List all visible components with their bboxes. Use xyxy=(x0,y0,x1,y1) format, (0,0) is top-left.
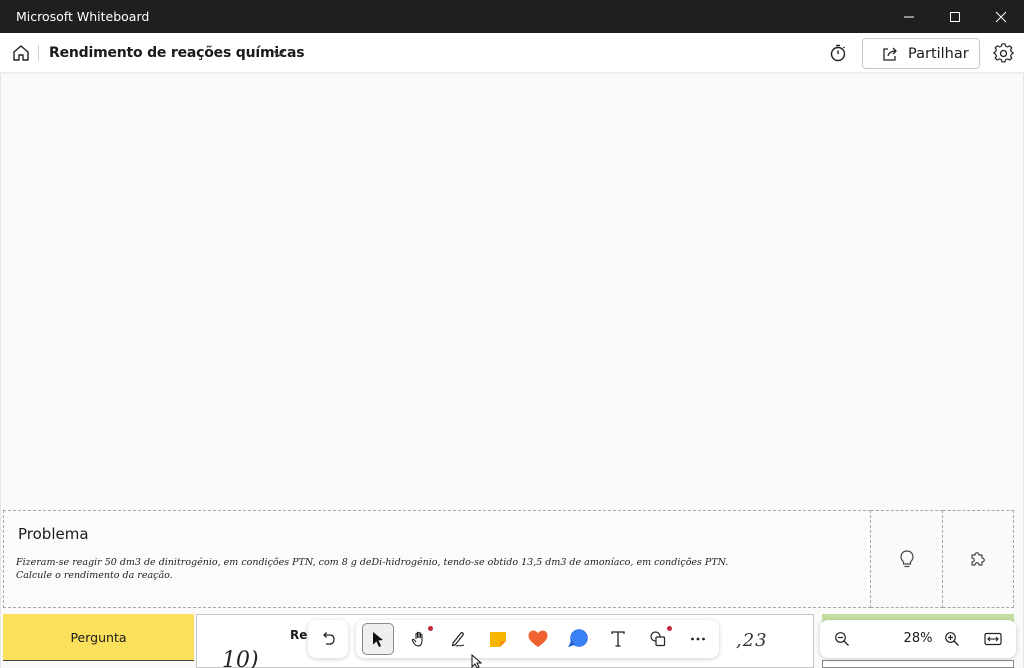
minimize-icon xyxy=(904,16,914,17)
timer-icon[interactable] xyxy=(828,43,848,63)
fit-to-screen-icon xyxy=(984,632,1002,646)
sticky-note-tool[interactable] xyxy=(482,623,514,655)
close-button[interactable] xyxy=(978,0,1024,33)
zoom-controls: 28% xyxy=(820,620,1016,658)
question-header: Pergunta xyxy=(3,614,194,660)
sticky-note-icon xyxy=(490,632,506,647)
puzzle-icon xyxy=(971,552,985,566)
app-title: Microsoft Whiteboard xyxy=(16,9,150,24)
pen-tool[interactable] xyxy=(442,623,474,655)
mouse-cursor-icon xyxy=(471,654,483,668)
handwriting-right: ,23 xyxy=(736,630,768,651)
shapes-notification-dot xyxy=(667,626,672,631)
fit-to-screen-button[interactable] xyxy=(981,627,1005,651)
problem-text-line-1: Fizeram-se reagir 50 dm3 de dinitrogénio… xyxy=(16,557,729,568)
undo-button[interactable] xyxy=(308,620,348,658)
undo-icon xyxy=(323,632,335,645)
home-icon[interactable] xyxy=(10,42,32,64)
header-divider xyxy=(38,45,39,61)
hand-icon xyxy=(411,631,423,647)
shapes-tool[interactable] xyxy=(642,623,674,655)
text-icon xyxy=(611,631,625,647)
more-icon xyxy=(691,637,705,641)
handwriting-left: 10) xyxy=(222,648,259,668)
shapes-icon xyxy=(650,631,666,647)
problem-text: Fizeram-se reagir 50 dm3 de dinitrogénio… xyxy=(16,556,856,582)
zoom-out-icon xyxy=(835,632,849,646)
chat-tool[interactable] xyxy=(562,623,594,655)
pan-tool[interactable] xyxy=(403,623,435,655)
text-tool[interactable] xyxy=(602,623,634,655)
tools-toolbar xyxy=(356,620,719,658)
puzzle-cell[interactable] xyxy=(943,510,1014,608)
green-section-box xyxy=(822,660,1014,668)
board-title[interactable]: Rendimento de reações químicas xyxy=(49,45,305,61)
close-icon xyxy=(995,11,1007,22)
select-tool[interactable] xyxy=(362,623,394,655)
zoom-out-button[interactable] xyxy=(830,627,854,651)
pointer-icon xyxy=(373,632,383,647)
zoom-in-button[interactable] xyxy=(940,627,964,651)
app-header: Rendimento de reações químicas Partilhar xyxy=(0,33,1024,73)
share-label: Partilhar xyxy=(908,45,969,62)
hint-cell[interactable] xyxy=(871,510,943,608)
lightbulb-icon xyxy=(899,550,914,568)
problem-panel[interactable]: Problema Fizeram-se reagir 50 dm3 de din… xyxy=(3,510,871,608)
pan-notification-dot xyxy=(428,626,433,631)
share-icon xyxy=(883,47,897,61)
heart-icon xyxy=(528,630,548,647)
pen-icon xyxy=(451,632,465,647)
problem-text-line-2: Calcule o rendimento da reação. xyxy=(16,570,173,581)
maximize-icon xyxy=(950,11,960,22)
chat-icon xyxy=(568,629,588,647)
more-tools-button[interactable] xyxy=(682,623,714,655)
question-divider xyxy=(3,660,194,661)
zoom-in-icon xyxy=(945,632,959,646)
problem-title: Problema xyxy=(18,525,89,543)
minimize-button[interactable] xyxy=(886,0,932,33)
chevron-down-icon[interactable] xyxy=(272,46,286,60)
maximize-button[interactable] xyxy=(932,0,978,33)
gear-icon[interactable] xyxy=(993,43,1014,64)
title-bar: Microsoft Whiteboard xyxy=(0,0,1024,33)
reactions-tool[interactable] xyxy=(522,623,554,655)
zoom-level[interactable]: 28% xyxy=(890,631,946,646)
share-button[interactable]: Partilhar xyxy=(862,38,980,69)
